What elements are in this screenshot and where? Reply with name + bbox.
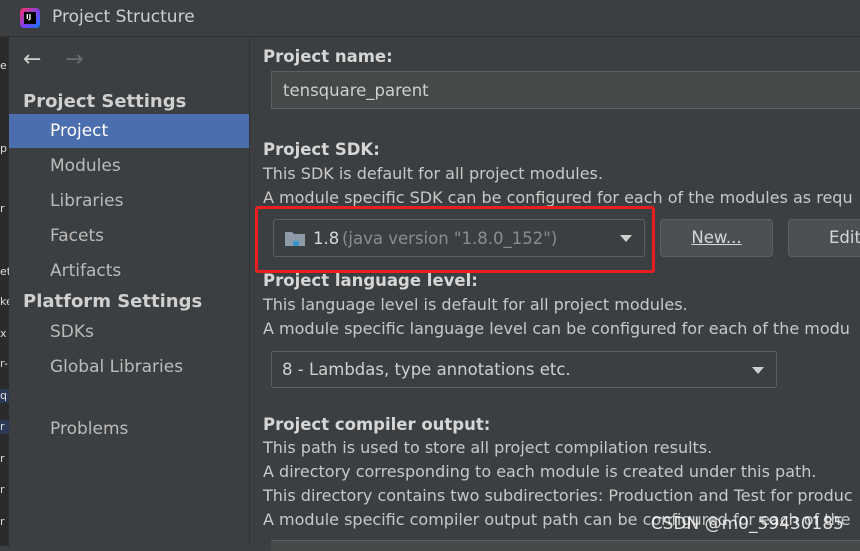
sidebar-item-sdks[interactable]: SDKs (9, 315, 249, 349)
jdk-folder-icon (285, 232, 305, 246)
forward-arrow-icon[interactable]: → (65, 49, 87, 71)
strip-fragment: e (0, 59, 7, 72)
strip-fragment: r (0, 483, 5, 496)
strip-fragment: r (0, 452, 5, 465)
sdk-description-line2: A module specific SDK can be configured … (263, 188, 853, 207)
sidebar-item-problems[interactable]: Problems (9, 412, 249, 446)
language-level-label: Project language level: (263, 271, 478, 290)
compiler-description-line1: This path is used to store all project c… (263, 438, 713, 457)
platform-settings-header: Platform Settings (23, 291, 203, 312)
sidebar-item-libraries[interactable]: Libraries (9, 184, 249, 218)
back-arrow-icon[interactable]: ← (23, 49, 45, 71)
language-description-line1: This language level is default for all p… (263, 295, 688, 314)
sidebar-item-modules[interactable]: Modules (9, 149, 249, 183)
strip-fragment: x (0, 327, 7, 340)
project-sdk-label: Project SDK: (263, 140, 380, 159)
strip-fragment: r (0, 420, 9, 434)
strip-fragment: r (0, 202, 5, 215)
strip-fragment: p (0, 142, 7, 155)
sidebar: ← → Project Settings Project Modules Lib… (9, 37, 250, 546)
strip-fragment: r (0, 515, 5, 528)
compiler-output-label: Project compiler output: (263, 415, 491, 434)
intellij-logo-icon: IJ (20, 8, 40, 28)
sdk-description-line1: This SDK is default for all project modu… (263, 164, 603, 183)
project-settings-panel: Project name: Project SDK: This SDK is d… (250, 37, 860, 551)
edit-sdk-button[interactable]: Edit (788, 219, 860, 257)
strip-fragment: et (0, 265, 9, 278)
chevron-down-icon (752, 367, 764, 374)
new-sdk-button[interactable]: New... (660, 219, 773, 257)
sidebar-item-project[interactable]: Project (9, 114, 249, 148)
window-title: Project Structure (52, 7, 195, 27)
strip-fragment: q (0, 389, 9, 403)
language-description-line2: A module specific language level can be … (263, 319, 850, 338)
title-bar: IJ Project Structure (0, 0, 860, 37)
sdk-version: 1.8 (313, 229, 340, 248)
sidebar-item-facets[interactable]: Facets (9, 219, 249, 253)
sidebar-item-global-libraries[interactable]: Global Libraries (9, 350, 249, 384)
compiler-description-line2: A directory corresponding to each module… (263, 462, 817, 481)
watermark: CSDN @m0_59430185 (650, 514, 844, 534)
project-name-label: Project name: (263, 47, 393, 66)
sidebar-item-artifacts[interactable]: Artifacts (9, 254, 249, 288)
project-sdk-dropdown[interactable]: 1.8 (java version "1.8.0_152") (273, 219, 645, 257)
strip-fragment: r- (0, 357, 8, 370)
language-level-value: 8 - Lambdas, type annotations etc. (282, 360, 571, 379)
sdk-version-detail: (java version "1.8.0_152") (342, 229, 558, 248)
compiler-description-line3: This directory contains two subdirectori… (263, 486, 853, 505)
project-settings-header: Project Settings (23, 91, 187, 112)
language-level-dropdown[interactable]: 8 - Lambdas, type annotations etc. (271, 351, 777, 388)
background-editor-strip: e p r et ke x r- q r r r r (0, 37, 9, 546)
strip-fragment: ke (0, 295, 9, 308)
chevron-down-icon (620, 235, 632, 242)
project-name-input[interactable] (271, 71, 860, 109)
